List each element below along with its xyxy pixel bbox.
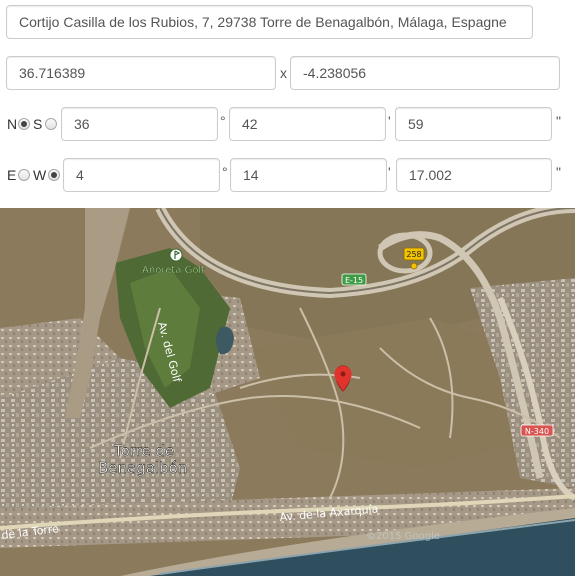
town-label-line1: Torre de (113, 442, 174, 460)
address-input[interactable] (6, 5, 533, 39)
east-radio[interactable] (18, 169, 30, 181)
longitude-seconds-input[interactable] (396, 158, 552, 192)
longitude-second-symbol: " (556, 164, 561, 180)
north-radio[interactable] (18, 118, 30, 130)
road-label-258: 258 (406, 250, 421, 259)
road-shield-n340: N-340 (520, 424, 554, 437)
north-label: N (7, 116, 18, 132)
latitude-decimal-input[interactable] (6, 56, 276, 90)
road-shield-e15: E-15 (341, 273, 367, 286)
east-label: E (7, 167, 17, 183)
longitude-minute-symbol: ' (388, 164, 391, 180)
latitude-degree-symbol: ° (220, 113, 226, 129)
south-label: S (33, 116, 43, 132)
road-label-e15: E-15 (345, 276, 363, 285)
map-copyright: ©2015 Google (366, 531, 440, 542)
road-label-n340: N-340 (525, 427, 549, 436)
longitude-degree-symbol: ° (222, 164, 228, 180)
south-radio[interactable] (45, 118, 57, 130)
longitude-decimal-input[interactable] (290, 56, 560, 90)
coordinate-separator: x (280, 65, 287, 81)
latitude-second-symbol: " (556, 113, 561, 129)
latitude-degrees-input[interactable] (61, 107, 218, 141)
golf-flag-icon (169, 248, 183, 262)
latitude-minutes-input[interactable] (229, 107, 386, 141)
longitude-degrees-input[interactable] (63, 158, 220, 192)
golf-label: Añoreta Golf (142, 265, 205, 276)
town-label-line2: Benagalbón (98, 459, 187, 477)
latitude-minute-symbol: ' (388, 113, 391, 129)
satellite-map[interactable]: 258 E-15 N-340 Añoreta Golf Av. del Golf… (0, 208, 575, 576)
map-canvas[interactable]: 258 E-15 N-340 Añoreta Golf Av. del Golf… (0, 208, 575, 576)
west-radio[interactable] (48, 169, 60, 181)
west-label: W (33, 167, 47, 183)
longitude-minutes-input[interactable] (230, 158, 387, 192)
latitude-seconds-input[interactable] (395, 107, 552, 141)
